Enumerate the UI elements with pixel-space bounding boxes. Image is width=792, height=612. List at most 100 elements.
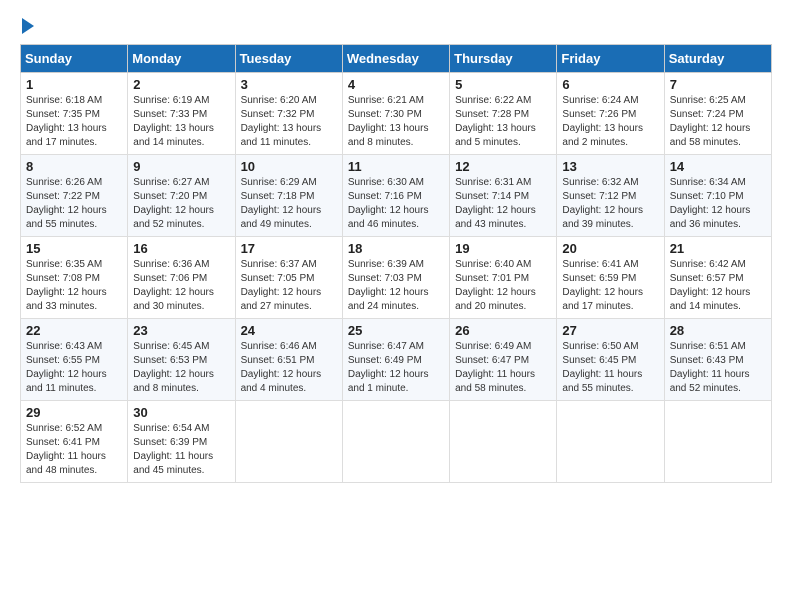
day-number: 12 — [455, 159, 551, 174]
calendar-cell: 6 Sunrise: 6:24 AM Sunset: 7:26 PM Daylig… — [557, 73, 664, 155]
day-number: 17 — [241, 241, 337, 256]
day-info: Sunrise: 6:24 AM Sunset: 7:26 PM Dayligh… — [562, 94, 658, 150]
day-number: 21 — [670, 241, 766, 256]
calendar-cell: 3 Sunrise: 6:20 AM Sunset: 7:32 PM Daylig… — [235, 73, 342, 155]
day-header-friday: Friday — [557, 45, 664, 73]
calendar-header-row: SundayMondayTuesdayWednesdayThursdayFrid… — [21, 45, 772, 73]
day-info: Sunrise: 6:52 AM Sunset: 6:41 PM Dayligh… — [26, 422, 122, 478]
day-number: 20 — [562, 241, 658, 256]
day-info: Sunrise: 6:40 AM Sunset: 7:01 PM Dayligh… — [455, 258, 551, 314]
day-info: Sunrise: 6:27 AM Sunset: 7:20 PM Dayligh… — [133, 176, 229, 232]
calendar-cell: 7 Sunrise: 6:25 AM Sunset: 7:24 PM Daylig… — [664, 73, 771, 155]
day-info: Sunrise: 6:29 AM Sunset: 7:18 PM Dayligh… — [241, 176, 337, 232]
day-info: Sunrise: 6:41 AM Sunset: 6:59 PM Dayligh… — [562, 258, 658, 314]
day-info: Sunrise: 6:50 AM Sunset: 6:45 PM Dayligh… — [562, 340, 658, 396]
calendar-table: SundayMondayTuesdayWednesdayThursdayFrid… — [20, 44, 772, 483]
day-info: Sunrise: 6:51 AM Sunset: 6:43 PM Dayligh… — [670, 340, 766, 396]
calendar-week-row: 1 Sunrise: 6:18 AM Sunset: 7:35 PM Daylig… — [21, 73, 772, 155]
day-info: Sunrise: 6:47 AM Sunset: 6:49 PM Dayligh… — [348, 340, 444, 396]
calendar-week-row: 29 Sunrise: 6:52 AM Sunset: 6:41 PM Dayli… — [21, 401, 772, 483]
day-number: 26 — [455, 323, 551, 338]
calendar-cell: 9 Sunrise: 6:27 AM Sunset: 7:20 PM Daylig… — [128, 155, 235, 237]
day-info: Sunrise: 6:31 AM Sunset: 7:14 PM Dayligh… — [455, 176, 551, 232]
day-number: 19 — [455, 241, 551, 256]
day-number: 8 — [26, 159, 122, 174]
day-number: 10 — [241, 159, 337, 174]
calendar-cell: 13 Sunrise: 6:32 AM Sunset: 7:12 PM Dayli… — [557, 155, 664, 237]
calendar-cell — [557, 401, 664, 483]
day-info: Sunrise: 6:21 AM Sunset: 7:30 PM Dayligh… — [348, 94, 444, 150]
day-info: Sunrise: 6:54 AM Sunset: 6:39 PM Dayligh… — [133, 422, 229, 478]
calendar-week-row: 8 Sunrise: 6:26 AM Sunset: 7:22 PM Daylig… — [21, 155, 772, 237]
calendar-cell — [342, 401, 449, 483]
day-header-monday: Monday — [128, 45, 235, 73]
day-info: Sunrise: 6:30 AM Sunset: 7:16 PM Dayligh… — [348, 176, 444, 232]
day-number: 28 — [670, 323, 766, 338]
day-info: Sunrise: 6:18 AM Sunset: 7:35 PM Dayligh… — [26, 94, 122, 150]
page-header — [20, 20, 772, 34]
day-number: 29 — [26, 405, 122, 420]
calendar-cell: 28 Sunrise: 6:51 AM Sunset: 6:43 PM Dayli… — [664, 319, 771, 401]
day-info: Sunrise: 6:42 AM Sunset: 6:57 PM Dayligh… — [670, 258, 766, 314]
calendar-week-row: 22 Sunrise: 6:43 AM Sunset: 6:55 PM Dayli… — [21, 319, 772, 401]
calendar-cell: 20 Sunrise: 6:41 AM Sunset: 6:59 PM Dayli… — [557, 237, 664, 319]
logo-triangle-icon — [22, 18, 34, 34]
day-number: 14 — [670, 159, 766, 174]
day-number: 27 — [562, 323, 658, 338]
day-header-saturday: Saturday — [664, 45, 771, 73]
calendar-cell: 17 Sunrise: 6:37 AM Sunset: 7:05 PM Dayli… — [235, 237, 342, 319]
day-info: Sunrise: 6:22 AM Sunset: 7:28 PM Dayligh… — [455, 94, 551, 150]
calendar-cell: 2 Sunrise: 6:19 AM Sunset: 7:33 PM Daylig… — [128, 73, 235, 155]
calendar-cell: 24 Sunrise: 6:46 AM Sunset: 6:51 PM Dayli… — [235, 319, 342, 401]
calendar-cell: 1 Sunrise: 6:18 AM Sunset: 7:35 PM Daylig… — [21, 73, 128, 155]
day-info: Sunrise: 6:34 AM Sunset: 7:10 PM Dayligh… — [670, 176, 766, 232]
day-number: 5 — [455, 77, 551, 92]
calendar-week-row: 15 Sunrise: 6:35 AM Sunset: 7:08 PM Dayli… — [21, 237, 772, 319]
calendar-cell — [450, 401, 557, 483]
calendar-cell: 23Sunrise: 6:45 AM Sunset: 6:53 PM Dayli… — [128, 319, 235, 401]
day-header-tuesday: Tuesday — [235, 45, 342, 73]
day-header-sunday: Sunday — [21, 45, 128, 73]
calendar-cell: 16Sunrise: 6:36 AM Sunset: 7:06 PM Dayli… — [128, 237, 235, 319]
calendar-cell: 26 Sunrise: 6:49 AM Sunset: 6:47 PM Dayli… — [450, 319, 557, 401]
logo — [20, 20, 34, 34]
day-number: 7 — [670, 77, 766, 92]
day-info: Sunrise: 6:46 AM Sunset: 6:51 PM Dayligh… — [241, 340, 337, 396]
day-info: Sunrise: 6:49 AM Sunset: 6:47 PM Dayligh… — [455, 340, 551, 396]
day-number: 3 — [241, 77, 337, 92]
calendar-cell: 12 Sunrise: 6:31 AM Sunset: 7:14 PM Dayli… — [450, 155, 557, 237]
day-number: 1 — [26, 77, 122, 92]
day-number: 25 — [348, 323, 444, 338]
day-number: 6 — [562, 77, 658, 92]
day-number: 18 — [348, 241, 444, 256]
day-info: Sunrise: 6:37 AM Sunset: 7:05 PM Dayligh… — [241, 258, 337, 314]
calendar-cell: 5 Sunrise: 6:22 AM Sunset: 7:28 PM Daylig… — [450, 73, 557, 155]
calendar-cell: 27 Sunrise: 6:50 AM Sunset: 6:45 PM Dayli… — [557, 319, 664, 401]
calendar-cell: 15 Sunrise: 6:35 AM Sunset: 7:08 PM Dayli… — [21, 237, 128, 319]
calendar-cell — [235, 401, 342, 483]
day-info: Sunrise: 6:20 AM Sunset: 7:32 PM Dayligh… — [241, 94, 337, 150]
calendar-cell — [664, 401, 771, 483]
day-number: 9 — [133, 159, 229, 174]
day-number: 24 — [241, 323, 337, 338]
day-info: Sunrise: 6:19 AM Sunset: 7:33 PM Dayligh… — [133, 94, 229, 150]
calendar-cell: 30Sunrise: 6:54 AM Sunset: 6:39 PM Dayli… — [128, 401, 235, 483]
day-info: Sunrise: 6:35 AM Sunset: 7:08 PM Dayligh… — [26, 258, 122, 314]
day-info: Sunrise: 6:26 AM Sunset: 7:22 PM Dayligh… — [26, 176, 122, 232]
day-info: Sunrise: 6:43 AM Sunset: 6:55 PM Dayligh… — [26, 340, 122, 396]
day-info: Sunrise: 6:25 AM Sunset: 7:24 PM Dayligh… — [670, 94, 766, 150]
calendar-cell: 8 Sunrise: 6:26 AM Sunset: 7:22 PM Daylig… — [21, 155, 128, 237]
day-header-wednesday: Wednesday — [342, 45, 449, 73]
day-number: 22 — [26, 323, 122, 338]
calendar-cell: 11Sunrise: 6:30 AM Sunset: 7:16 PM Dayli… — [342, 155, 449, 237]
day-info: Sunrise: 6:39 AM Sunset: 7:03 PM Dayligh… — [348, 258, 444, 314]
day-info: Sunrise: 6:45 AM Sunset: 6:53 PM Dayligh… — [133, 340, 229, 396]
day-info: Sunrise: 6:32 AM Sunset: 7:12 PM Dayligh… — [562, 176, 658, 232]
day-header-thursday: Thursday — [450, 45, 557, 73]
day-number: 15 — [26, 241, 122, 256]
calendar-cell: 14 Sunrise: 6:34 AM Sunset: 7:10 PM Dayli… — [664, 155, 771, 237]
day-number: 13 — [562, 159, 658, 174]
day-number: 2 — [133, 77, 229, 92]
calendar-cell: 19 Sunrise: 6:40 AM Sunset: 7:01 PM Dayli… — [450, 237, 557, 319]
calendar-cell: 21 Sunrise: 6:42 AM Sunset: 6:57 PM Dayli… — [664, 237, 771, 319]
